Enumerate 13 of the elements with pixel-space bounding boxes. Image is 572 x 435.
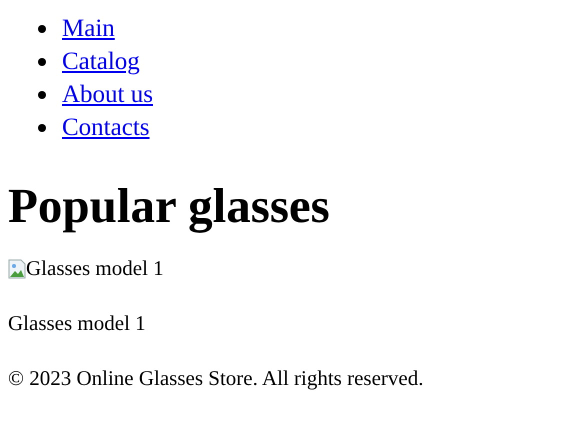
nav-link[interactable]: About us xyxy=(62,80,153,108)
nav-link[interactable]: Main xyxy=(62,14,115,42)
footer-text: © 2023 Online Glasses Store. All rights reserved. xyxy=(8,366,424,391)
page-heading: Popular glasses xyxy=(8,178,331,234)
product-name: Glasses model 1 xyxy=(8,311,147,336)
bullet-icon xyxy=(38,58,46,66)
nav-link[interactable]: Contacts xyxy=(62,114,150,142)
bullet-icon xyxy=(38,124,46,132)
broken-image-icon xyxy=(8,258,26,278)
nav-link[interactable]: Catalog xyxy=(62,48,140,76)
bullet-icon xyxy=(38,90,46,98)
bullet-icon xyxy=(38,24,46,32)
image-alt-text: Glasses model 1 xyxy=(26,256,164,281)
